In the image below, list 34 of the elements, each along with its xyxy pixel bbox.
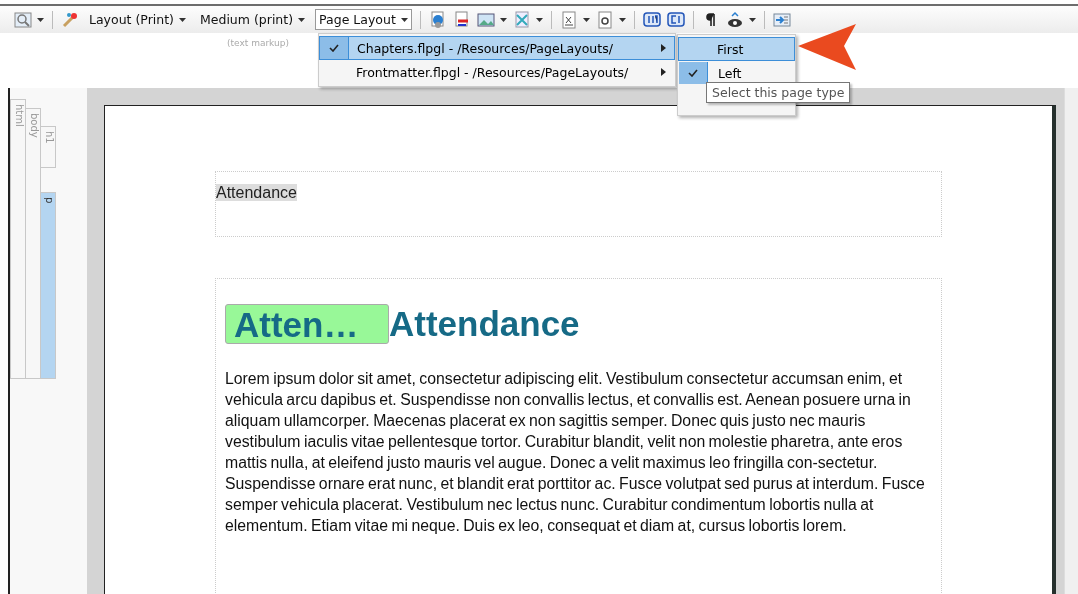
caret-icon[interactable] bbox=[298, 17, 306, 22]
heading: Attendance bbox=[389, 304, 580, 344]
caret-icon[interactable] bbox=[400, 17, 408, 22]
tooltip: Select this page type bbox=[706, 82, 851, 103]
layout-dropdown[interactable]: Medium (print) bbox=[196, 9, 310, 30]
caret-icon[interactable] bbox=[535, 17, 543, 22]
menu-item[interactable]: Chapters.flpgl - /Resources/PageLayouts/ bbox=[319, 36, 675, 60]
scrollbar[interactable] bbox=[1064, 88, 1078, 594]
caret-icon[interactable] bbox=[582, 17, 590, 22]
heading-variable[interactable]: Atten… bbox=[225, 304, 389, 344]
variable-icon[interactable] bbox=[559, 10, 578, 29]
document-icon[interactable] bbox=[452, 10, 471, 29]
paragraph: Lorem ipsum dolor sit amet, consectetur adipiscing elit. Vestibulum consectetur accumsan enim, et vehicula arcu dapibus et. Suspendisse non convallis lectus, et convallis est. Aenean posuere urna in aliquam ullamcorper. Maecenas placerat ex non sagittis semper. Donec quis justo nec mauris vestibulum iaculis vitae pellentesque tortor. Curabitur blandit, velit non molestie pharetra, ante eros mattis nulla, at eleifend justo mauris vel augue. Donec a velit maximus leo fringilla con-sectetur. Suspendisse ornare erat nunc, et blandit erat porttitor ac. Fusce volutpat sed purus at interdum. Fusce semper vehicula placerat. Vestibulum nec lectus nunc. Curabitur condimentum lobortis nulla at elementum. Etiam vitae mi neque. Duis ex leo, consequat et diam at, cursus lobortis lorem. bbox=[225, 369, 925, 536]
header-text: Attendance bbox=[216, 184, 297, 201]
insert-icon[interactable] bbox=[772, 10, 791, 29]
layout-dropdown[interactable]: Page Layout bbox=[315, 9, 412, 30]
caret-icon[interactable] bbox=[618, 17, 626, 22]
caret-icon[interactable] bbox=[37, 17, 44, 22]
structure-tag[interactable]: p bbox=[40, 192, 56, 379]
caret-icon[interactable] bbox=[499, 17, 507, 22]
menu-item[interactable]: First bbox=[678, 37, 795, 61]
eye-icon[interactable] bbox=[725, 10, 744, 29]
letter-icon[interactable] bbox=[595, 10, 614, 29]
submenu-arrow-icon bbox=[661, 44, 666, 52]
wand-icon[interactable] bbox=[61, 10, 79, 29]
menu-item[interactable]: Frontmatter.flpgl - /Resources/PageLayouts/ bbox=[319, 60, 675, 84]
markup-label: (text markup) bbox=[227, 38, 289, 48]
caret-icon[interactable] bbox=[748, 17, 756, 22]
magnifier-icon[interactable] bbox=[14, 10, 32, 29]
submenu-arrow-icon bbox=[661, 68, 666, 76]
menu-item[interactable]: Left bbox=[678, 61, 795, 85]
pointer-arrow-icon bbox=[798, 24, 856, 70]
caret-icon[interactable] bbox=[179, 17, 186, 22]
layout-dropdown[interactable]: Layout (Print) bbox=[85, 9, 190, 30]
